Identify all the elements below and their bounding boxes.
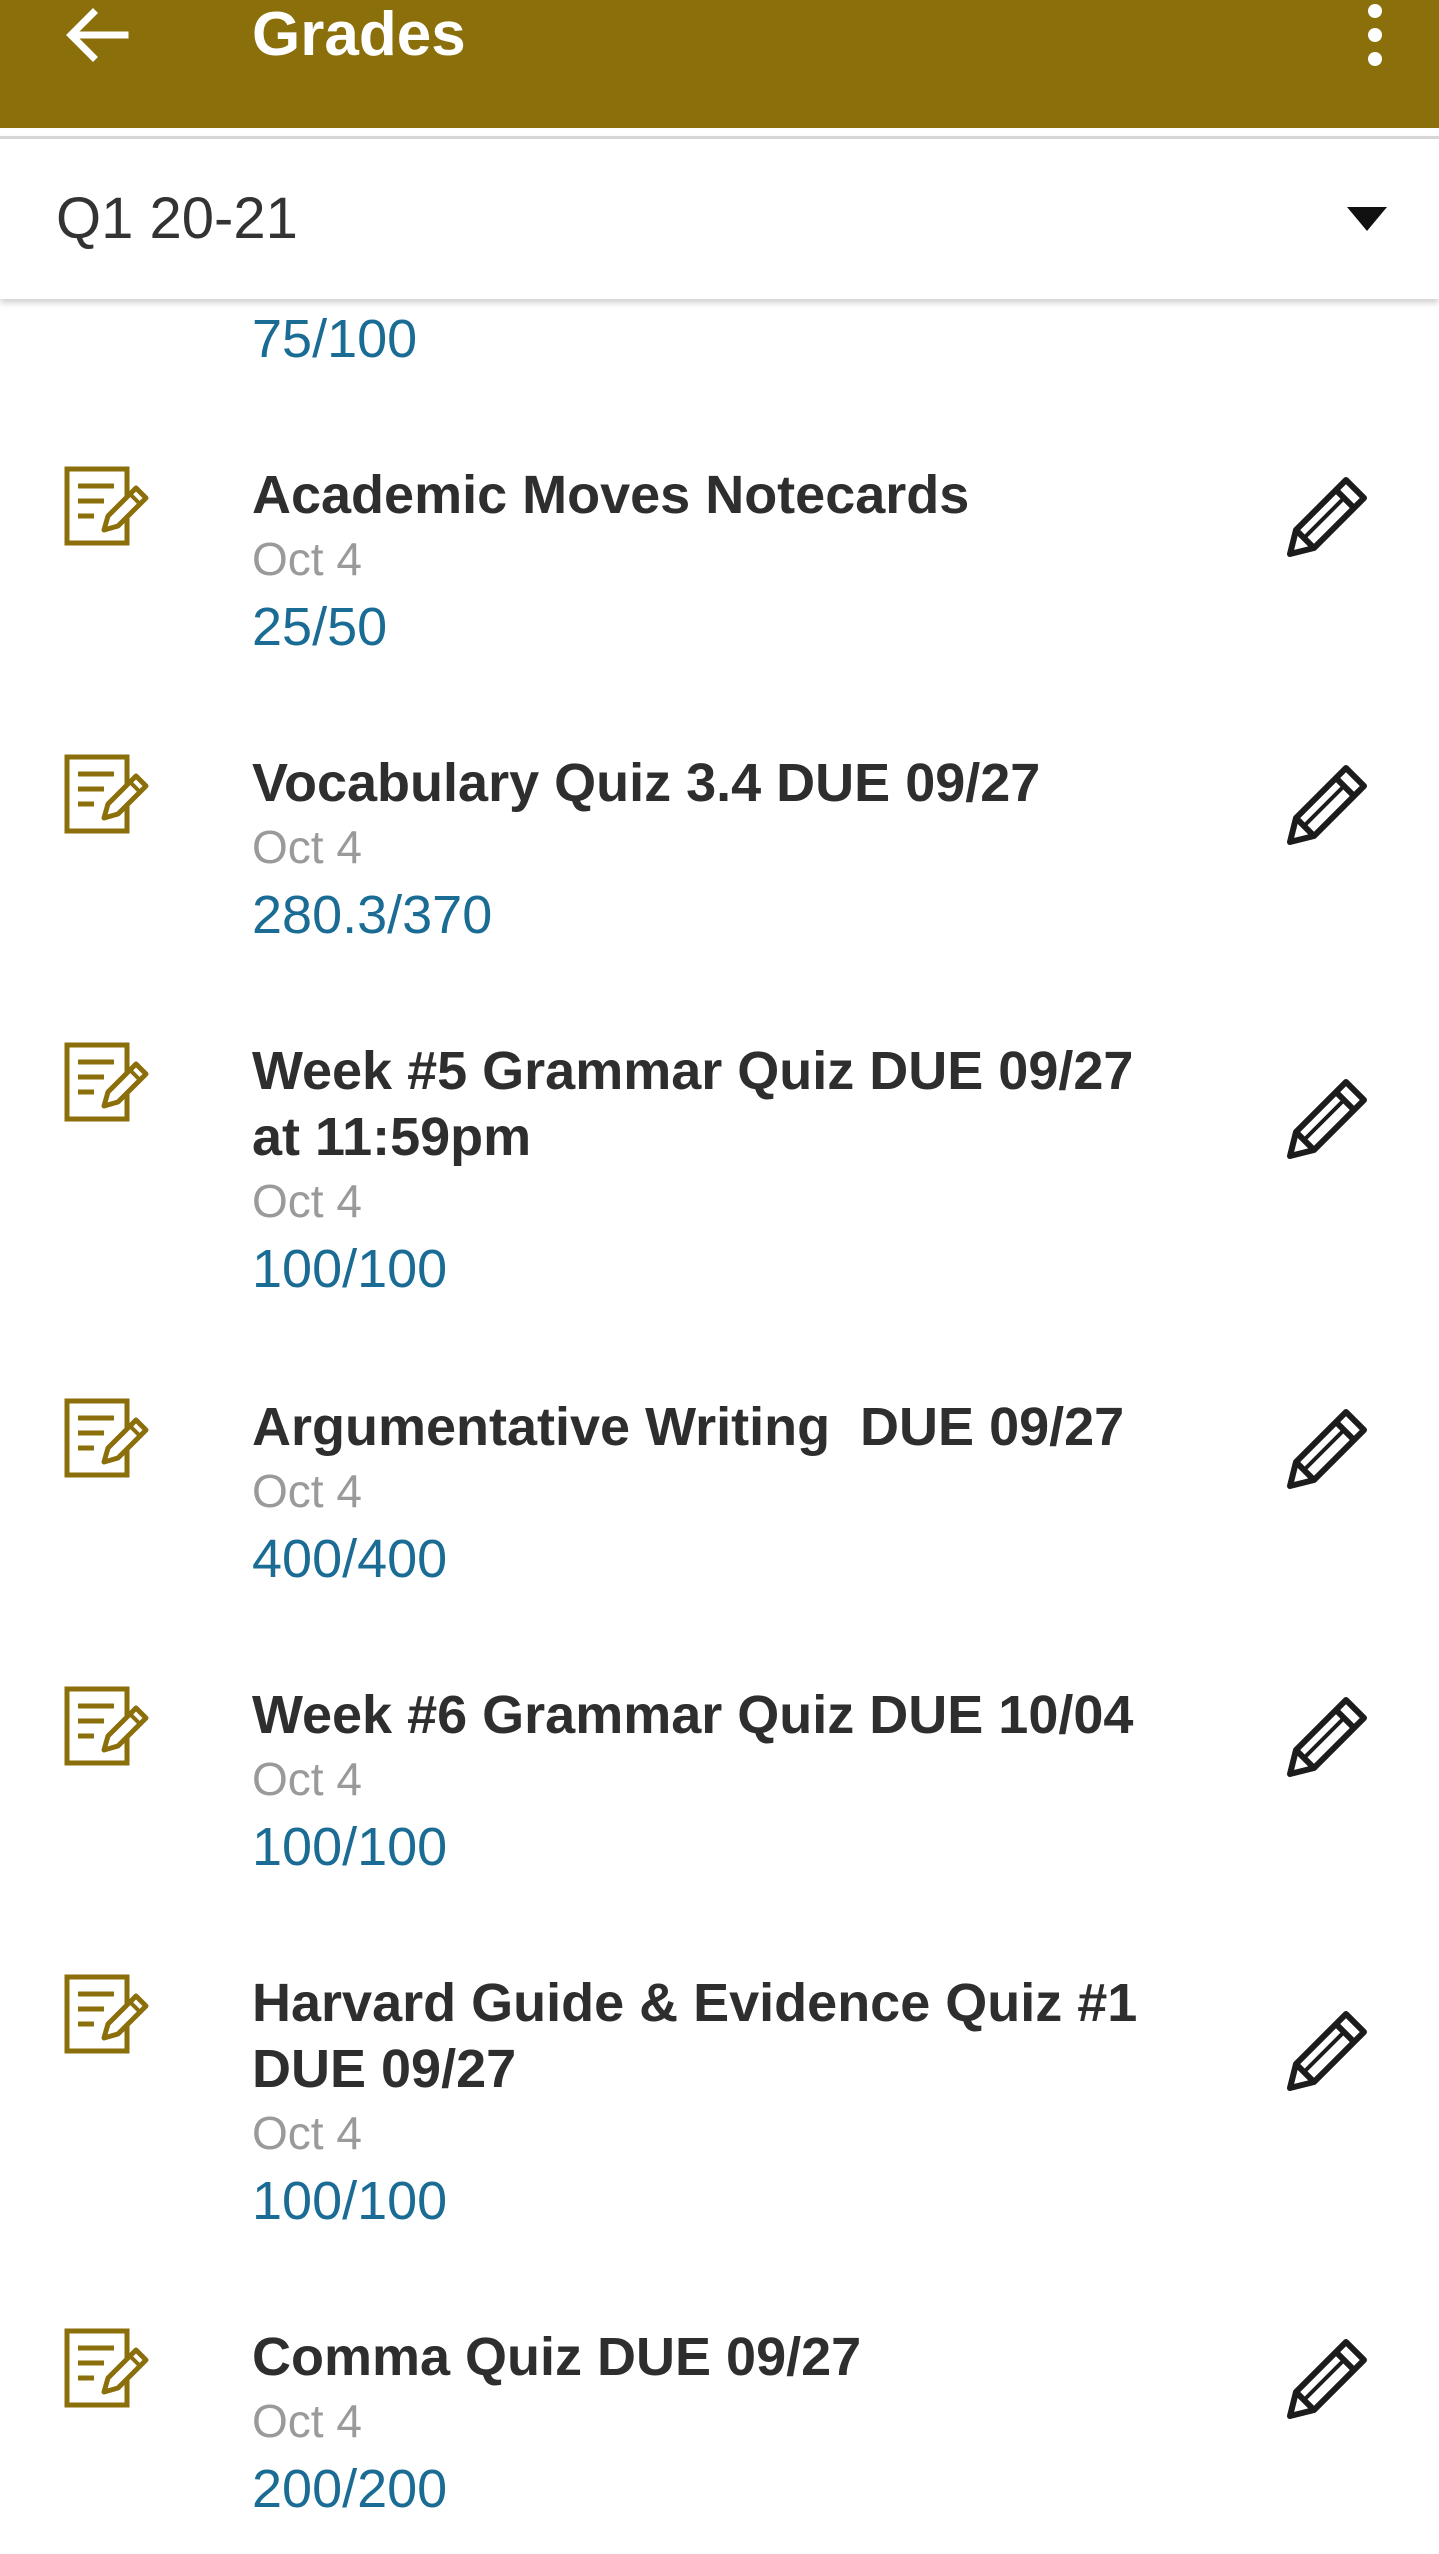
app-bar: Grades bbox=[0, 0, 1439, 128]
assignment-score: 25/50 bbox=[252, 597, 388, 657]
edit-pencil-icon[interactable] bbox=[1280, 2330, 1374, 2424]
more-vertical-icon bbox=[1368, 4, 1382, 66]
assignment-row[interactable]: Comma Quiz DUE 09/27 Oct 4 200/200 bbox=[0, 2324, 1439, 2540]
assignment-date: Oct 4 bbox=[252, 1753, 362, 1805]
assignment-row[interactable]: Harvard Guide & Evidence Quiz #1 DUE 09/… bbox=[0, 1970, 1439, 2252]
grades-list[interactable]: 75/100 Academic Moves Notecards Oct 4 25… bbox=[0, 296, 1439, 2554]
assignment-icon bbox=[64, 1686, 149, 1766]
edit-pencil-icon[interactable] bbox=[1280, 1688, 1374, 1782]
assignment-title: Week #5 Grammar Quiz DUE 09/27 at 11:59p… bbox=[252, 1041, 1134, 1167]
assignment-score: 280.3/370 bbox=[252, 885, 493, 945]
term-selector-value: Q1 20-21 bbox=[56, 186, 298, 251]
assignment-icon bbox=[64, 2328, 149, 2408]
page-title: Grades bbox=[252, 0, 466, 69]
assignment-icon bbox=[64, 1042, 149, 1122]
assignment-icon bbox=[64, 466, 149, 546]
edit-pencil-icon[interactable] bbox=[1280, 2002, 1374, 2096]
assignment-score: 400/400 bbox=[252, 1529, 448, 1589]
edit-pencil-icon[interactable] bbox=[1280, 468, 1374, 562]
assignment-date: Oct 4 bbox=[252, 1465, 362, 1517]
assignment-title: Harvard Guide & Evidence Quiz #1 DUE 09/… bbox=[252, 1973, 1138, 2099]
assignment-row[interactable]: Week #5 Grammar Quiz DUE 09/27 at 11:59p… bbox=[0, 1038, 1439, 1320]
dropdown-caret-icon bbox=[1347, 207, 1387, 231]
assignment-icon bbox=[64, 1974, 149, 2054]
edit-pencil-icon[interactable] bbox=[1280, 1070, 1374, 1164]
assignment-row[interactable]: Week #6 Grammar Quiz DUE 10/04 Oct 4 100… bbox=[0, 1682, 1439, 1898]
assignment-date: Oct 4 bbox=[252, 2107, 362, 2159]
term-selector[interactable]: Q1 20-21 bbox=[0, 136, 1439, 299]
assignment-date: Oct 4 bbox=[252, 2395, 362, 2447]
assignment-score: 100/100 bbox=[252, 1817, 448, 1877]
assignment-title: Argumentative Writing DUE 09/27 bbox=[252, 1397, 1125, 1457]
assignment-row[interactable]: Vocabulary Quiz 3.4 DUE 09/27 Oct 4 280.… bbox=[0, 750, 1439, 966]
assignment-title: Comma Quiz DUE 09/27 bbox=[252, 2327, 862, 2387]
assignment-date: Oct 4 bbox=[252, 1175, 362, 1227]
assignment-title: Vocabulary Quiz 3.4 DUE 09/27 bbox=[252, 753, 1041, 813]
assignment-title: Week #6 Grammar Quiz DUE 10/04 bbox=[252, 1685, 1134, 1745]
assignment-title: Academic Moves Notecards bbox=[252, 465, 970, 525]
back-button[interactable] bbox=[52, 0, 142, 70]
assignment-date: Oct 4 bbox=[252, 533, 362, 585]
assignment-date: Oct 4 bbox=[252, 821, 362, 873]
assignment-icon bbox=[64, 754, 149, 834]
assignment-row[interactable]: Argumentative Writing DUE 09/27 Oct 4 40… bbox=[0, 1394, 1439, 1610]
edit-pencil-icon[interactable] bbox=[1280, 1400, 1374, 1494]
assignment-score: 200/200 bbox=[252, 2459, 448, 2519]
arrow-left-icon bbox=[66, 8, 129, 62]
partial-item-score: 75/100 bbox=[252, 309, 418, 369]
assignment-score: 100/100 bbox=[252, 1239, 448, 1299]
edit-pencil-icon[interactable] bbox=[1280, 756, 1374, 850]
assignment-score: 100/100 bbox=[252, 2171, 448, 2231]
assignment-icon bbox=[64, 1398, 149, 1478]
assignment-row[interactable]: Academic Moves Notecards Oct 4 25/50 bbox=[0, 462, 1439, 678]
overflow-menu-button[interactable] bbox=[1345, 0, 1405, 70]
